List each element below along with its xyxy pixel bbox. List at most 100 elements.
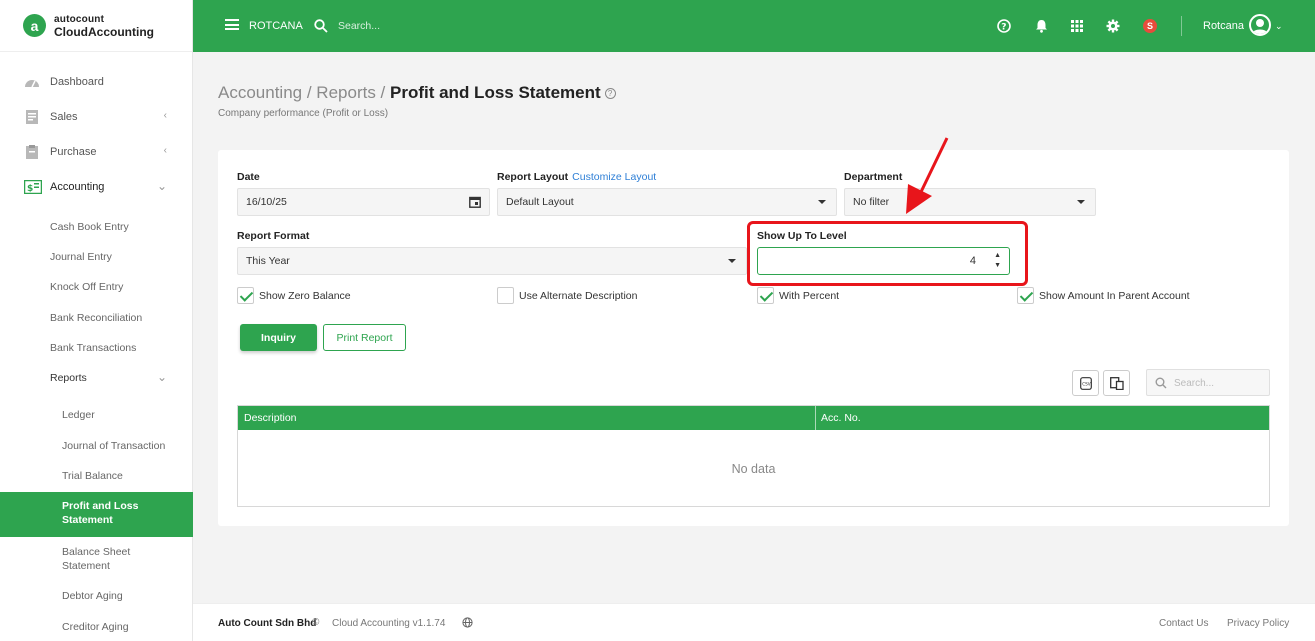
- search-icon[interactable]: [314, 19, 328, 36]
- sidebar-sub-label: Creditor Aging: [62, 621, 129, 633]
- caret-down-icon: [728, 259, 736, 263]
- breadcrumb: Accounting / Reports / Profit and Loss S…: [218, 83, 616, 103]
- sidebar-sub-label: Journal of Transaction: [62, 440, 166, 452]
- copyright-icon: ©: [312, 617, 320, 628]
- sidebar-item-knock-off-entry[interactable]: Knock Off Entry: [0, 280, 193, 294]
- report-layout-label-text: Report Layout: [497, 171, 569, 183]
- globe-icon[interactable]: [462, 617, 473, 631]
- menu-icon[interactable]: [225, 19, 239, 30]
- report-format-value: This Year: [246, 255, 290, 267]
- accounting-icon: $: [24, 180, 42, 194]
- sidebar-item-ledger[interactable]: Ledger: [0, 408, 193, 422]
- columns-icon: [1109, 376, 1124, 390]
- status-badge[interactable]: S: [1143, 19, 1157, 33]
- search-icon: [1155, 377, 1167, 392]
- help-icon[interactable]: ?: [604, 88, 616, 100]
- avatar[interactable]: [1249, 14, 1271, 36]
- print-report-button[interactable]: Print Report: [323, 324, 406, 351]
- checkbox-icon[interactable]: [1017, 287, 1034, 304]
- sidebar-item-profit-and-loss[interactable]: Profit and Loss Statement: [0, 492, 193, 537]
- sidebar-item-label: Accounting: [50, 181, 105, 193]
- contact-us-link[interactable]: Contact Us: [1159, 618, 1208, 629]
- sidebar-sub-label: Balance Sheet Statement: [62, 546, 131, 572]
- help-icon[interactable]: ?: [996, 18, 1012, 34]
- sidebar-item-balance-sheet[interactable]: Balance Sheet Statement: [0, 544, 193, 574]
- sidebar-item-trial-balance[interactable]: Trial Balance: [0, 469, 193, 483]
- gear-icon[interactable]: [1105, 18, 1121, 34]
- footer: Auto Count Sdn Bhd © Cloud Accounting v1…: [193, 603, 1315, 641]
- sidebar-item-reports[interactable]: Reports ⌄: [0, 370, 193, 385]
- breadcrumb-separator: /: [302, 83, 317, 102]
- inquiry-button[interactable]: Inquiry: [240, 324, 317, 351]
- user-name[interactable]: Rotcana: [1203, 20, 1244, 32]
- report-layout-label: Report Layout Customize Layout: [497, 171, 656, 183]
- footer-company: Auto Count Sdn Bhd: [218, 618, 317, 629]
- sidebar-item-purchase[interactable]: Purchase ‹: [0, 144, 193, 160]
- use-alternate-description-checkbox[interactable]: Use Alternate Description: [497, 287, 637, 304]
- brand-small-text: autocount: [54, 13, 105, 25]
- column-divider: [815, 406, 816, 430]
- sidebar-item-journal-entry[interactable]: Journal Entry: [0, 250, 193, 264]
- checkbox-icon[interactable]: [497, 287, 514, 304]
- chevron-left-icon: ‹: [163, 110, 167, 121]
- apps-grid-icon[interactable]: [1069, 18, 1085, 34]
- sidebar-item-dashboard[interactable]: Dashboard: [0, 74, 193, 90]
- department-value: No filter: [853, 196, 890, 208]
- date-value: 16/10/25: [246, 196, 287, 208]
- checkbox-label: Show Amount In Parent Account: [1039, 289, 1190, 302]
- show-zero-balance-checkbox[interactable]: Show Zero Balance: [237, 287, 351, 304]
- column-chooser-button[interactable]: [1103, 370, 1130, 396]
- checkbox-label: Use Alternate Description: [519, 289, 638, 302]
- checkbox-icon[interactable]: [237, 287, 254, 304]
- caret-down-icon: [818, 200, 826, 204]
- sidebar-sub-label: Knock Off Entry: [50, 281, 124, 293]
- chevron-down-icon: ⌄: [156, 370, 167, 384]
- chevron-left-icon: ‹: [163, 145, 167, 156]
- chevron-down-icon: ⌄: [156, 179, 167, 193]
- report-format-select[interactable]: This Year: [237, 247, 747, 275]
- brand-name: CloudAccounting: [54, 24, 154, 39]
- topbar-divider: [1181, 16, 1182, 36]
- report-layout-select[interactable]: Default Layout: [497, 188, 837, 216]
- global-search-input[interactable]: Search...: [338, 20, 380, 32]
- sidebar-sub-label: Journal Entry: [50, 251, 112, 263]
- checkbox-icon[interactable]: [757, 287, 774, 304]
- sidebar-item-journal-of-transaction[interactable]: Journal of Transaction: [0, 439, 193, 453]
- column-header-acc-no[interactable]: Acc. No.: [821, 412, 861, 424]
- sidebar-item-bank-reconciliation[interactable]: Bank Reconciliation: [0, 311, 193, 325]
- dashboard-icon: [24, 75, 40, 89]
- with-percent-checkbox[interactable]: With Percent: [757, 287, 839, 304]
- column-header-description[interactable]: Description: [244, 412, 297, 424]
- sidebar: a autocount CloudAccounting Dashboard Sa…: [0, 0, 193, 641]
- checkbox-label: Show Zero Balance: [259, 289, 351, 302]
- company-name[interactable]: ROTCANA: [249, 20, 303, 32]
- calendar-icon[interactable]: [469, 196, 481, 208]
- sidebar-sub-label: Ledger: [62, 409, 95, 421]
- bell-icon[interactable]: [1033, 18, 1049, 34]
- chevron-down-icon[interactable]: ⌄: [1275, 21, 1283, 32]
- caret-down-icon: [1077, 200, 1085, 204]
- sidebar-item-creditor-aging[interactable]: Creditor Aging: [0, 620, 193, 634]
- csv-icon: CSV: [1079, 376, 1092, 390]
- empty-state: No data: [731, 462, 776, 476]
- date-input[interactable]: 16/10/25: [237, 188, 490, 216]
- department-select[interactable]: No filter: [844, 188, 1096, 216]
- privacy-policy-link[interactable]: Privacy Policy: [1227, 618, 1289, 629]
- sidebar-item-cash-book-entry[interactable]: Cash Book Entry: [0, 220, 193, 234]
- customize-layout-link[interactable]: Customize Layout: [572, 171, 656, 183]
- show-amount-in-parent-checkbox[interactable]: Show Amount In Parent Account: [1017, 287, 1190, 304]
- sidebar-item-accounting[interactable]: $ Accounting ⌄: [0, 179, 193, 195]
- svg-text:$: $: [27, 184, 33, 194]
- export-csv-button[interactable]: CSV: [1072, 370, 1099, 396]
- table-header: Description Acc. No.: [238, 406, 1269, 430]
- sidebar-item-sales[interactable]: Sales ‹: [0, 109, 193, 125]
- table-search-input[interactable]: Search...: [1146, 369, 1270, 396]
- brand-logo: a: [23, 14, 46, 37]
- checkbox-label: With Percent: [779, 289, 840, 302]
- breadcrumb-accounting[interactable]: Accounting: [218, 83, 302, 102]
- breadcrumb-reports[interactable]: Reports: [316, 83, 376, 102]
- report-format-label: Report Format: [237, 230, 310, 242]
- sidebar-item-bank-transactions[interactable]: Bank Transactions: [0, 341, 193, 355]
- brand[interactable]: a autocount CloudAccounting: [0, 0, 192, 52]
- sidebar-item-debtor-aging[interactable]: Debtor Aging: [0, 589, 193, 603]
